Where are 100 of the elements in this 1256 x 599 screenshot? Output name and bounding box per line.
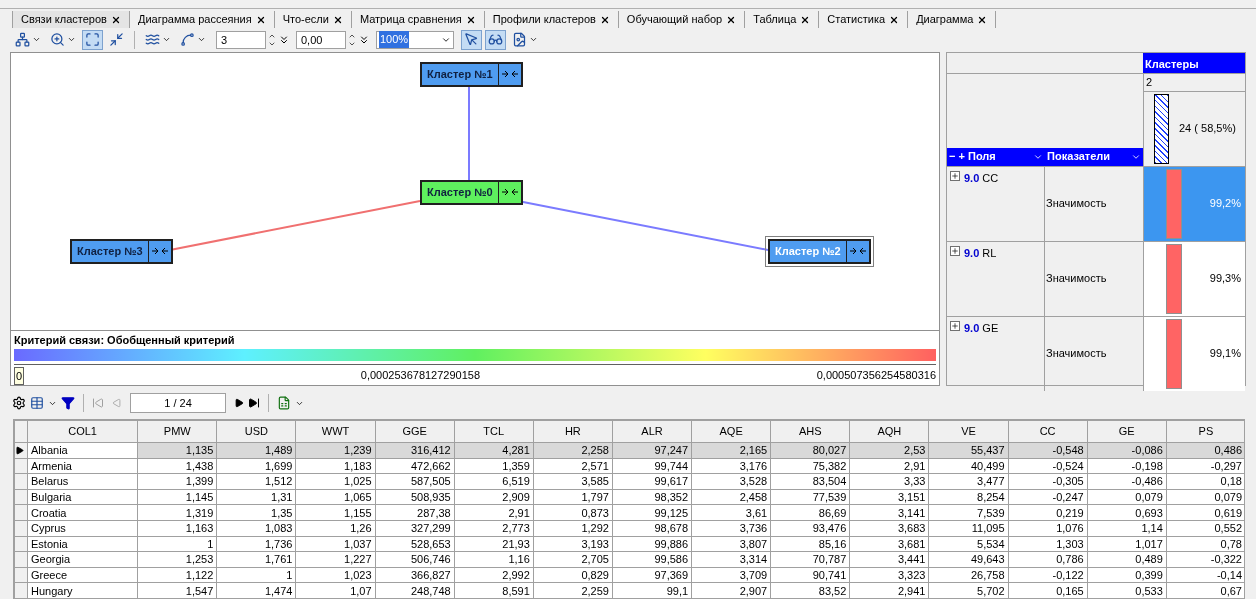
close-icon[interactable]	[977, 14, 988, 25]
value-cell[interactable]: 99,1%	[1143, 316, 1245, 391]
table-cell: 1,145	[137, 489, 217, 505]
table-cell: 3,681	[849, 536, 929, 552]
table-cell: 1,35	[216, 504, 296, 521]
table-cell: 472,662	[375, 458, 455, 474]
table-cell: 1,253	[137, 551, 217, 568]
page-field[interactable]: 1 / 24	[130, 393, 226, 413]
cluster-node[interactable]: Кластер №0	[420, 180, 523, 205]
expand-icon[interactable]	[950, 170, 960, 181]
close-icon[interactable]	[255, 14, 266, 25]
close-icon[interactable]	[110, 14, 121, 25]
glasses-icon	[488, 32, 503, 47]
table-row[interactable]: Croatia 1,319 1,35 1,155 287,38 2,91 0,873 99,125 3,61 86,69 3,141 7,539 0,219 0,693 0,619	[14, 504, 1244, 521]
close-icon[interactable]	[332, 14, 343, 25]
column-header[interactable]: PMW	[137, 420, 217, 443]
field-label: 9.0 CC	[964, 170, 999, 186]
table-cell: -0,305	[1008, 473, 1088, 490]
table-row[interactable]: Belarus 1,399 1,512 1,025 587,505 6,519 3,585 99,617 3,528 83,504 3,33 3,477 -0,305 -0,486 0,18	[14, 473, 1244, 490]
table-cell: 1,359	[454, 458, 534, 474]
filter-icon[interactable]	[61, 396, 75, 410]
column-header[interactable]: GE	[1087, 420, 1167, 443]
table-cell: 1,183	[295, 458, 376, 474]
table-row[interactable]: Hungary 1,547 1,474 1,07 248,748 8,591 2,259 99,1 2,907 83,52 2,941 5,702 0,165 0,533 0,67	[14, 582, 1244, 598]
tab[interactable]: Диаграмма	[908, 11, 997, 28]
table-cell: -0,524	[1008, 458, 1088, 474]
cluster-node[interactable]: Кластер №3	[70, 239, 173, 264]
last-page-icon[interactable]	[248, 397, 260, 409]
column-header[interactable]: ALR	[612, 420, 692, 443]
column-header[interactable]: GGE	[375, 420, 455, 443]
table-cell: 3,141	[849, 504, 929, 521]
table-cell: 3,151	[849, 489, 929, 505]
number-field[interactable]: 0,00	[296, 30, 346, 49]
column-header[interactable]: PS	[1166, 420, 1244, 443]
close-icon[interactable]	[726, 14, 737, 25]
table-cell: 1,122	[137, 567, 217, 583]
table-cell: 1,025	[295, 473, 376, 490]
close-icon[interactable]	[800, 14, 811, 25]
settings-icon[interactable]	[12, 396, 26, 410]
tab[interactable]: Матрица сравнения	[351, 11, 485, 28]
table-row[interactable]: Georgia 1,253 1,761 1,227 506,746 1,16 2,705 99,586 3,314 70,787 3,441 49,643 0,786 0,489 -0,322	[14, 551, 1244, 568]
table-cell: 0,489	[1087, 551, 1167, 568]
column-header[interactable]: USD	[216, 420, 296, 443]
expand-icon[interactable]	[950, 320, 960, 331]
table-cell: 99,617	[612, 473, 692, 490]
table-row[interactable]: Cyprus 1,163 1,083 1,26 327,299 2,773 1,292 98,678 3,736 93,476 3,683 11,095 1,076 1,14 0,552	[14, 520, 1244, 537]
expand-icon[interactable]	[950, 245, 960, 256]
column-header[interactable]: HR	[533, 420, 613, 443]
table-cell: 2,773	[454, 520, 534, 537]
column-header[interactable]: WWT	[295, 420, 376, 443]
dropdown-icon[interactable]	[278, 33, 290, 46]
column-header[interactable]: CC	[1008, 420, 1088, 443]
tab[interactable]: Что-если	[274, 11, 352, 28]
table-cell: 3,709	[691, 567, 771, 583]
table-cell: 70,787	[770, 551, 850, 568]
table-cell: 1,438	[137, 458, 217, 474]
field-label: 9.0 GE	[964, 320, 999, 336]
link-arrows-icon	[500, 188, 519, 197]
table-cell: 3,33	[849, 473, 929, 490]
table-cell: 1,163	[137, 520, 217, 537]
tab[interactable]: Статистика	[819, 11, 909, 28]
value-cell[interactable]: 99,3%	[1143, 241, 1245, 316]
close-icon[interactable]	[889, 14, 900, 25]
table-cell: 5,534	[928, 536, 1009, 552]
toolbar-button[interactable]	[461, 29, 482, 50]
cluster-node[interactable]: Кластер №1	[420, 62, 523, 87]
close-icon[interactable]	[465, 14, 476, 25]
table-row[interactable]: Bulgaria 1,145 1,31 1,065 508,935 2,909 1,797 98,352 2,458 77,539 3,151 8,254 -0,247 0,079 0,079	[14, 489, 1244, 505]
tab[interactable]: Диаграмма рассеяния	[129, 11, 275, 28]
toolbar-button[interactable]	[82, 29, 103, 50]
zoom-dropdown[interactable]: 100%	[376, 30, 454, 49]
table-cell: 99,886	[612, 536, 692, 552]
table-cell: 83,504	[770, 473, 850, 490]
column-header[interactable]: AHS	[770, 420, 850, 443]
column-header[interactable]: VE	[928, 420, 1009, 443]
dropdown-icon[interactable]	[358, 33, 370, 46]
next-page-icon[interactable]	[234, 398, 244, 408]
table-icon[interactable]	[30, 396, 44, 410]
table-row[interactable]: Armenia 1,438 1,699 1,183 472,662 1,359 2,571 99,744 3,176 75,382 2,91 40,499 -0,524 -0,198 -0,297	[14, 458, 1244, 474]
column-header[interactable]: AQH	[849, 420, 929, 443]
tab[interactable]: Таблица	[745, 11, 820, 28]
table-cell: 3,585	[533, 473, 613, 490]
table-cell: 0,829	[533, 567, 613, 583]
table-cell: 1,227	[295, 551, 376, 568]
spreadsheet-icon[interactable]	[277, 396, 291, 410]
table-row[interactable]: Greece 1,122 1 1,023 366,827 2,992 0,829 97,369 3,709 90,741 3,323 26,758 -0,122 0,399 -0,14	[14, 567, 1244, 583]
close-icon[interactable]	[599, 14, 610, 25]
measures-header[interactable]: Показатели	[1047, 148, 1111, 165]
tab[interactable]: Профили кластеров	[484, 11, 619, 28]
fields-header[interactable]: − + Поля	[949, 148, 996, 165]
column-header[interactable]: AQE	[691, 420, 771, 443]
table-row[interactable]: Estonia 1 1,736 1,037 528,653 21,93 3,193 99,886 3,807 85,16 3,681 5,534 1,303 1,017 0,78	[14, 536, 1244, 552]
table-row[interactable]: Albania 1,135 1,489 1,239 316,412 4,281 2,258 97,247 2,165 80,027 2,53 55,437 -0,548 -0,086 0,486	[14, 442, 1244, 459]
number-field[interactable]: 3	[216, 30, 266, 49]
table-cell: 7,539	[928, 504, 1009, 521]
column-header[interactable]: COL1	[27, 420, 138, 443]
tab[interactable]: Обучающий набор	[618, 11, 746, 28]
tab[interactable]: Связи кластеров	[12, 11, 130, 28]
toolbar-button[interactable]	[485, 29, 506, 50]
column-header[interactable]: TCL	[454, 420, 534, 443]
